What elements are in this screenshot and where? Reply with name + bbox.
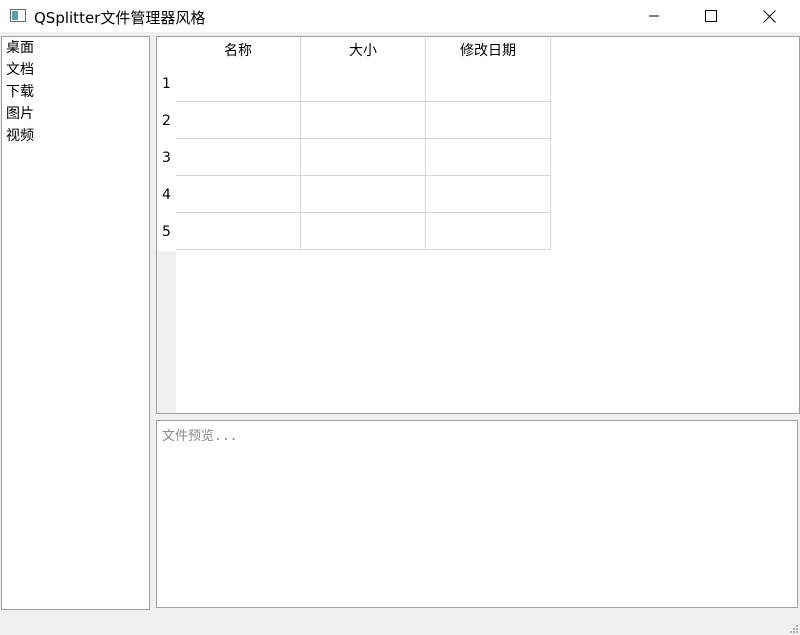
file-preview-area[interactable]: 文件预览... bbox=[156, 420, 798, 608]
app-window-icon bbox=[10, 9, 26, 22]
table-cell[interactable] bbox=[176, 176, 301, 213]
row-header[interactable]: 1 bbox=[157, 66, 176, 103]
folder-item-desktop[interactable]: 桌面 bbox=[2, 37, 149, 59]
row-header[interactable]: 3 bbox=[157, 140, 176, 177]
resize-grip-icon[interactable] bbox=[788, 623, 798, 633]
column-header-size[interactable]: 大小 bbox=[301, 37, 426, 65]
folder-item-pictures[interactable]: 图片 bbox=[2, 103, 149, 125]
maximize-button[interactable] bbox=[688, 0, 734, 32]
table-cell[interactable] bbox=[176, 139, 301, 176]
table-cell[interactable] bbox=[426, 139, 551, 176]
row-header[interactable]: 2 bbox=[157, 103, 176, 140]
table-cell[interactable] bbox=[301, 65, 426, 102]
folder-item-videos[interactable]: 视频 bbox=[2, 125, 149, 147]
maximize-icon bbox=[705, 10, 717, 22]
title-bar: QSplitter文件管理器风格 bbox=[0, 0, 800, 32]
row-header-background bbox=[157, 251, 176, 413]
folder-item-documents[interactable]: 文档 bbox=[2, 59, 149, 81]
preview-placeholder: 文件预览... bbox=[162, 429, 238, 444]
table-cell[interactable] bbox=[301, 176, 426, 213]
window-title: QSplitter文件管理器风格 bbox=[34, 9, 206, 27]
column-header-modified[interactable]: 修改日期 bbox=[426, 37, 551, 65]
table-cell[interactable] bbox=[426, 102, 551, 139]
file-table[interactable]: 名称 大小 修改日期 1 2 3 4 5 bbox=[156, 36, 800, 414]
column-header-name[interactable]: 名称 bbox=[176, 37, 301, 65]
minimize-button[interactable] bbox=[631, 0, 677, 32]
table-cell[interactable] bbox=[176, 213, 301, 250]
minimize-icon bbox=[649, 15, 659, 17]
table-cell[interactable] bbox=[426, 65, 551, 102]
table-cell[interactable] bbox=[301, 139, 426, 176]
table-cell[interactable] bbox=[426, 176, 551, 213]
close-button[interactable] bbox=[746, 0, 792, 32]
table-cell[interactable] bbox=[301, 213, 426, 250]
table-cell[interactable] bbox=[176, 65, 301, 102]
table-cell[interactable] bbox=[176, 102, 301, 139]
row-header[interactable]: 4 bbox=[157, 177, 176, 214]
folder-list[interactable]: 桌面 文档 下载 图片 视频 bbox=[1, 36, 150, 610]
folder-item-downloads[interactable]: 下载 bbox=[2, 81, 149, 103]
close-icon bbox=[762, 9, 776, 23]
table-cell[interactable] bbox=[426, 213, 551, 250]
row-header[interactable]: 5 bbox=[157, 214, 176, 251]
table-cell[interactable] bbox=[301, 102, 426, 139]
